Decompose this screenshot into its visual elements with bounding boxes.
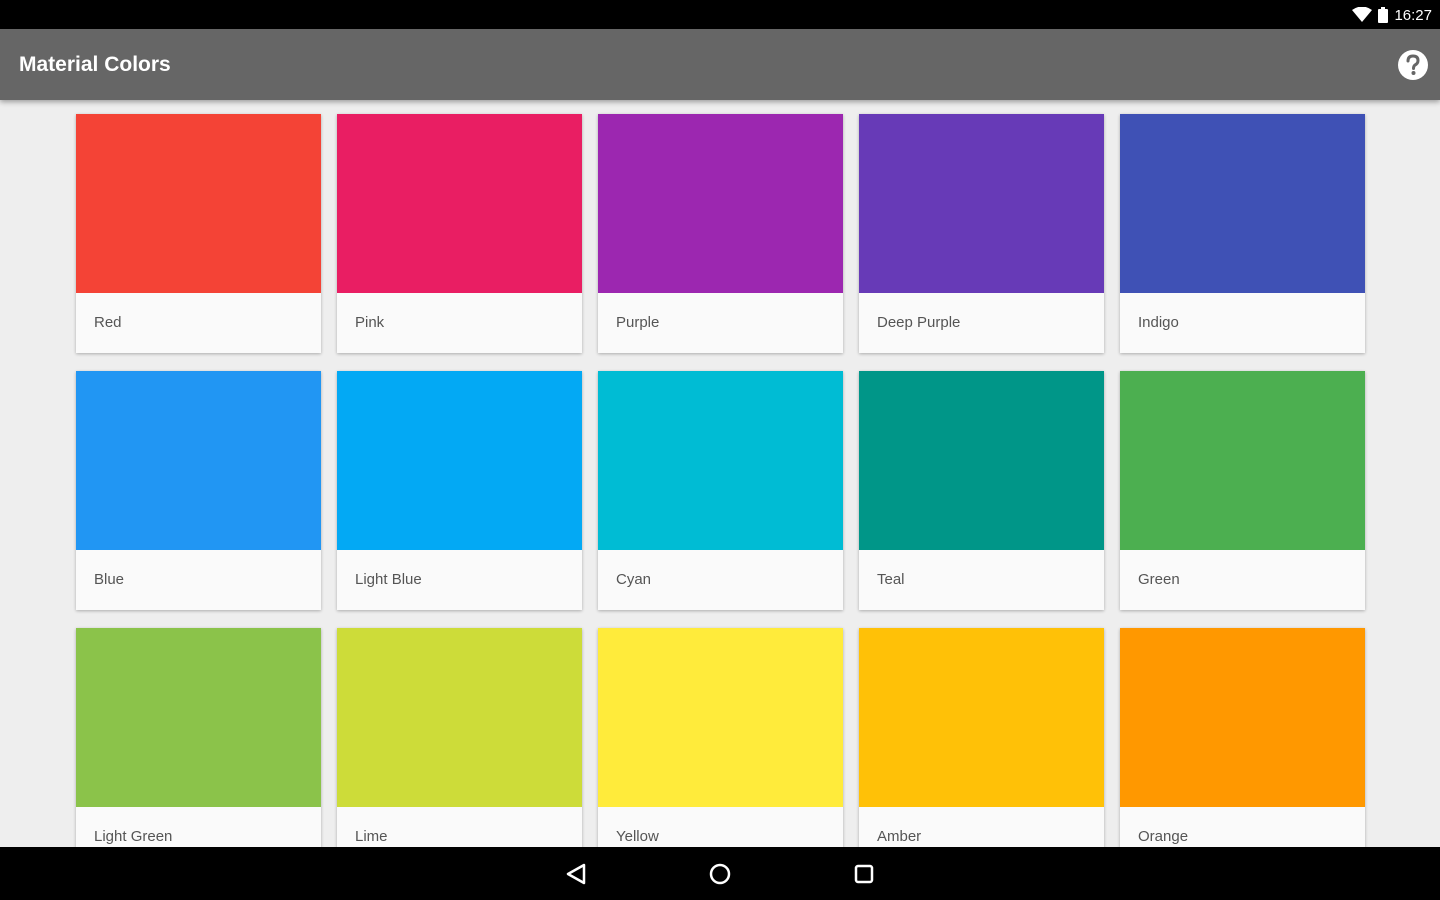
color-grid: Red Pink Purple Deep Purple Indigo Blue Light … <box>76 114 1365 847</box>
back-button[interactable] <box>559 857 593 891</box>
color-name: Purple <box>616 314 660 331</box>
color-name: Amber <box>877 828 922 845</box>
color-swatch <box>337 114 582 293</box>
color-name: Green <box>1138 571 1180 588</box>
home-button[interactable] <box>703 857 737 891</box>
color-name: Light Green <box>94 828 173 845</box>
color-card[interactable]: Blue <box>76 371 321 610</box>
color-name: Red <box>94 314 122 331</box>
color-card[interactable]: Lime <box>337 628 582 847</box>
color-card[interactable]: Light Green <box>76 628 321 847</box>
color-card[interactable]: Cyan <box>598 371 843 610</box>
back-icon <box>566 863 586 885</box>
color-swatch <box>76 114 321 293</box>
status-icons: 16:27 <box>1352 4 1432 26</box>
status-bar: 16:27 <box>0 0 1440 29</box>
color-name: Cyan <box>616 571 652 588</box>
color-name: Deep Purple <box>877 314 961 331</box>
color-card[interactable]: Green <box>1120 371 1365 610</box>
color-swatch <box>76 628 321 807</box>
color-name: Lime <box>355 828 388 845</box>
color-card[interactable]: Indigo <box>1120 114 1365 353</box>
app-title: Material Colors <box>19 53 171 76</box>
help-button[interactable] <box>1396 48 1430 82</box>
color-name: Light Blue <box>355 571 422 588</box>
app-bar: Material Colors <box>0 29 1440 100</box>
color-card[interactable]: Deep Purple <box>859 114 1104 353</box>
color-card[interactable]: Light Blue <box>337 371 582 610</box>
color-name: Pink <box>355 314 385 331</box>
color-card[interactable]: Yellow <box>598 628 843 847</box>
color-swatch <box>859 628 1104 807</box>
color-swatch <box>1120 371 1365 550</box>
recents-button[interactable] <box>847 857 881 891</box>
help-circle-icon <box>1398 50 1428 80</box>
color-swatch <box>598 371 843 550</box>
color-swatch <box>859 371 1104 550</box>
color-card[interactable]: Pink <box>337 114 582 353</box>
battery-icon <box>1378 7 1389 23</box>
color-name: Indigo <box>1138 314 1179 331</box>
color-name: Blue <box>94 571 125 588</box>
color-swatch <box>1120 628 1365 807</box>
color-name: Orange <box>1138 828 1189 845</box>
color-name: Yellow <box>616 828 659 845</box>
color-swatch <box>598 114 843 293</box>
color-swatch <box>76 371 321 550</box>
color-card[interactable]: Purple <box>598 114 843 353</box>
status-time: 16:27 <box>1394 6 1432 24</box>
color-list[interactable]: Red Pink Purple Deep Purple Indigo Blue Light … <box>0 100 1440 847</box>
color-name: Teal <box>877 571 905 588</box>
color-card[interactable]: Orange <box>1120 628 1365 847</box>
color-swatch <box>598 628 843 807</box>
color-swatch <box>337 371 582 550</box>
home-icon <box>709 863 731 885</box>
navigation-bar <box>0 847 1440 900</box>
color-card[interactable]: Amber <box>859 628 1104 847</box>
color-swatch <box>859 114 1104 293</box>
color-swatch <box>1120 114 1365 293</box>
wifi-icon <box>1352 7 1373 22</box>
color-swatch <box>337 628 582 807</box>
color-card[interactable]: Red <box>76 114 321 353</box>
color-card[interactable]: Teal <box>859 371 1104 610</box>
recents-icon <box>854 864 874 884</box>
